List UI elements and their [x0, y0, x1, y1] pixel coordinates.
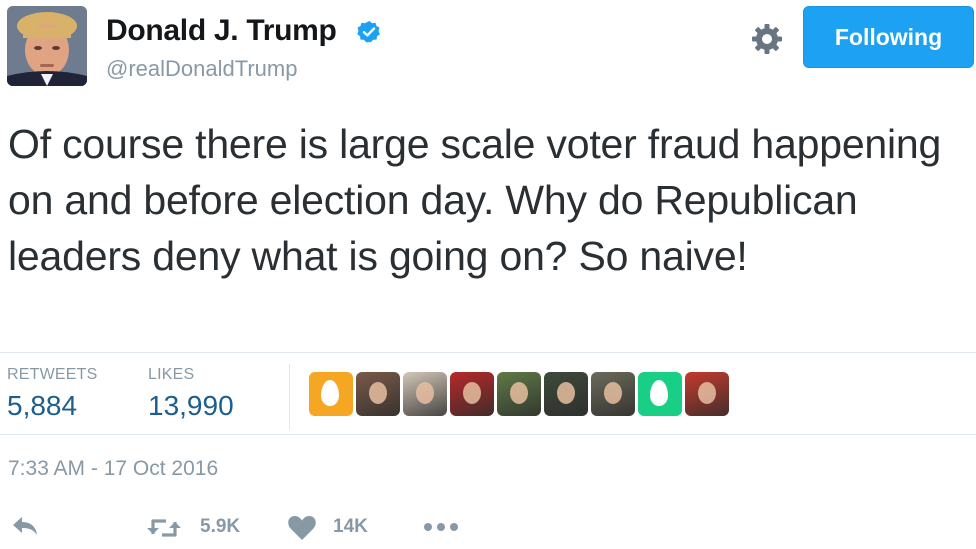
- liker-avatar[interactable]: [497, 372, 541, 416]
- more-icon[interactable]: [423, 522, 459, 532]
- tweet-timestamp[interactable]: 7:33 AM - 17 Oct 2016: [8, 457, 218, 481]
- likes-label: LIKES: [148, 366, 195, 383]
- tweet-actions: 5.9K 14K: [0, 505, 976, 549]
- retweets-label: RETWEETS: [7, 366, 98, 383]
- retweet-count: 5.9K: [200, 516, 241, 537]
- gear-icon[interactable]: [750, 22, 784, 56]
- liker-face: [416, 382, 434, 404]
- author-handle[interactable]: @realDonaldTrump: [106, 56, 297, 82]
- reply-icon[interactable]: [10, 514, 40, 538]
- liker-avatar[interactable]: [450, 372, 494, 416]
- liker-face: [557, 382, 575, 404]
- author-name[interactable]: Donald J. Trump: [106, 14, 337, 48]
- retweet-icon[interactable]: [146, 516, 182, 540]
- liker-avatar[interactable]: [403, 372, 447, 416]
- egg-avatar-icon: [650, 380, 668, 406]
- liker-avatar[interactable]: [356, 372, 400, 416]
- tweet-header: Donald J. Trump @realDonaldTrump Followi…: [0, 0, 976, 100]
- avatar-portrait: [7, 6, 87, 86]
- verified-badge-icon: [357, 21, 380, 43]
- heart-icon[interactable]: [287, 515, 317, 541]
- liker-avatar[interactable]: [591, 372, 635, 416]
- likes-count[interactable]: 13,990: [148, 390, 234, 422]
- liker-face: [698, 382, 716, 404]
- tweet-text: Of course there is large scale voter fra…: [8, 121, 942, 279]
- liker-avatar[interactable]: [638, 372, 682, 416]
- egg-avatar-icon: [321, 380, 339, 406]
- liker-face: [604, 382, 622, 404]
- author-avatar[interactable]: [7, 6, 87, 86]
- liker-face: [369, 382, 387, 404]
- tweet-stats: RETWEETS 5,884 LIKES 13,990: [0, 352, 976, 434]
- liker-face: [510, 382, 528, 404]
- liker-avatar[interactable]: [685, 372, 729, 416]
- stats-bottom-divider: [0, 434, 976, 435]
- following-button[interactable]: Following: [803, 6, 974, 68]
- stats-separator: [289, 364, 290, 430]
- liker-avatar[interactable]: [544, 372, 588, 416]
- liker-avatar[interactable]: [309, 372, 353, 416]
- liker-face: [463, 382, 481, 404]
- like-count: 14K: [333, 516, 368, 537]
- retweets-count[interactable]: 5,884: [7, 390, 77, 422]
